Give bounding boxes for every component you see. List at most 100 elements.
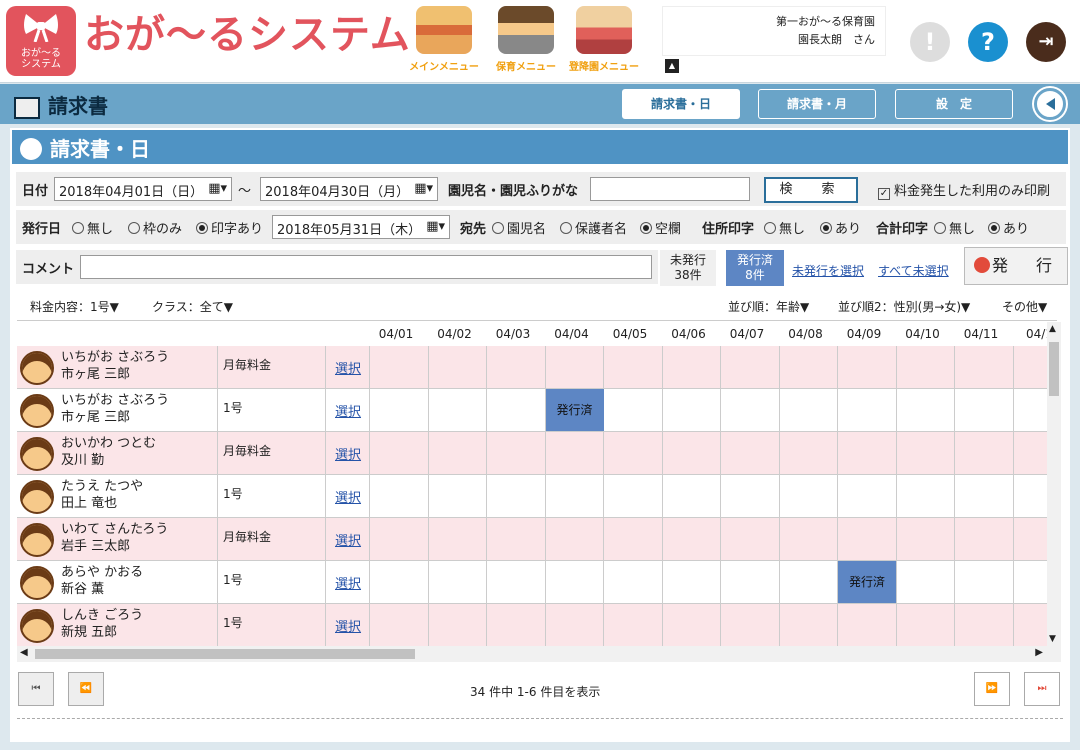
- deselect-all-link[interactable]: すべて未選択: [878, 262, 949, 279]
- addr-print-none-radio[interactable]: 無し: [764, 218, 805, 237]
- total-print-label: 合計印字: [876, 222, 929, 237]
- sort1-dropdown[interactable]: 並び順：年齢▼: [728, 298, 809, 315]
- addr-print-yes-radio[interactable]: あり: [820, 218, 861, 237]
- document-icon: [14, 96, 40, 119]
- user-name: 園長太朗 さん: [798, 33, 875, 46]
- fee-type: 1号: [223, 573, 243, 587]
- class-filter[interactable]: クラス：全て▼: [152, 298, 233, 315]
- calendar-icon[interactable]: ▦▾: [414, 181, 433, 196]
- collapse-icon[interactable]: ▲: [665, 59, 679, 73]
- fee-type: 月毎料金: [223, 530, 272, 544]
- comment-input[interactable]: [80, 255, 652, 279]
- last-page-button[interactable]: ⏭: [1024, 672, 1060, 706]
- tab-invoice-month[interactable]: 請求書・月: [758, 89, 876, 119]
- scroll-down-icon[interactable]: ▼: [1049, 634, 1056, 644]
- issue-date-input[interactable]: 2018年05月31日（木） ▦▾: [272, 215, 450, 239]
- logo-text: おが～る システム: [21, 48, 61, 70]
- select-link[interactable]: 選択: [335, 573, 361, 592]
- tab-invoice-day[interactable]: 請求書・日: [622, 89, 740, 119]
- select-link[interactable]: 選択: [335, 358, 361, 377]
- table-row: おいかわ つとむ 及川 勤 月毎料金 選択: [17, 432, 1047, 475]
- select-link[interactable]: 選択: [335, 401, 361, 420]
- comment-row: コメント 未発行 38件 発行済 8件 未発行を選択 すべて未選択 発 行: [16, 247, 1068, 286]
- select-link[interactable]: 選択: [335, 530, 361, 549]
- hscroll-thumb[interactable]: [35, 649, 415, 659]
- select-link[interactable]: 選択: [335, 444, 361, 463]
- issue-print-radio[interactable]: 印字あり: [196, 218, 263, 237]
- address-label: 宛先: [460, 222, 487, 237]
- issue-button[interactable]: 発 行: [964, 247, 1068, 285]
- date-header: 04/05: [612, 327, 648, 341]
- tab-settings[interactable]: 設 定: [895, 89, 1013, 119]
- issued-cell[interactable]: 発行済: [838, 561, 896, 603]
- fee-type: 1号: [223, 616, 243, 630]
- divider: [17, 718, 1063, 719]
- date-header: 04/04: [554, 327, 589, 341]
- scroll-left-icon[interactable]: ◀: [20, 647, 28, 658]
- select-link[interactable]: 選択: [335, 487, 361, 506]
- vertical-scrollbar[interactable]: ▲ ▼: [1047, 322, 1061, 646]
- horizontal-scrollbar[interactable]: ◀ ▶: [17, 646, 1061, 662]
- unissued-count: 未発行 38件: [660, 250, 716, 286]
- app-title: おが～るシステム: [84, 12, 411, 58]
- first-page-button[interactable]: ⏮: [18, 672, 54, 706]
- menu-childcare[interactable]: 保育メニュー: [488, 6, 564, 76]
- back-icon[interactable]: [1034, 88, 1066, 120]
- child-avatar-icon: [20, 394, 54, 428]
- menu-attendance[interactable]: 登降園メニュー: [566, 6, 642, 76]
- addr-guardian-radio[interactable]: 保護者名: [560, 218, 627, 237]
- logout-icon[interactable]: ⇥: [1026, 22, 1066, 62]
- only-charged-label: 料金発生した利用のみ印刷: [894, 184, 1051, 199]
- only-charged-option[interactable]: ✓ 料金発生した利用のみ印刷: [878, 180, 1050, 200]
- addr-blank-radio[interactable]: 空欄: [640, 218, 681, 237]
- calendar-icon[interactable]: ▦▾: [426, 219, 445, 234]
- childcare-icon: [498, 6, 554, 54]
- scroll-up-icon[interactable]: ▲: [1049, 324, 1056, 334]
- app-header: おが～る システム おが～るシステム メインメニュー 保育メニュー 登降園メニュ…: [0, 0, 1080, 83]
- issue-date-value: 2018年05月31日（木）: [277, 223, 422, 238]
- name-search-input[interactable]: [590, 177, 750, 201]
- table-row: しんき ごろう 新規 五郎 1号 選択: [17, 604, 1047, 646]
- child-avatar-icon: [20, 523, 54, 557]
- total-none-radio[interactable]: 無し: [934, 218, 975, 237]
- issued-cell[interactable]: 発行済: [545, 389, 604, 431]
- date-from-value: 2018年04月01日（日）: [59, 185, 204, 200]
- page-title: 請求書: [14, 90, 108, 119]
- addr-child-radio[interactable]: 園児名: [492, 218, 546, 237]
- fee-filter[interactable]: 料金内容：1号▼: [30, 298, 119, 315]
- child-name: しんき ごろう 新規 五郎: [61, 608, 144, 640]
- date-from-input[interactable]: 2018年04月01日（日） ▦▾: [54, 177, 232, 201]
- scroll-thumb[interactable]: [1049, 342, 1059, 396]
- date-header: 04/11: [963, 327, 999, 341]
- table-row: いわて さんたろう 岩手 三太郎 月毎料金 選択: [17, 518, 1047, 561]
- select-unissued-link[interactable]: 未発行を選択: [792, 262, 864, 279]
- user-info: 第一おが～る保育園 園長太朗 さん: [662, 6, 886, 56]
- next-page-button[interactable]: ⏩: [974, 672, 1010, 706]
- fee-type: 1号: [223, 487, 243, 501]
- issue-frame-radio[interactable]: 枠のみ: [128, 218, 182, 237]
- child-name: たうえ たつや 田上 竜也: [61, 479, 144, 511]
- menu-main[interactable]: メインメニュー: [406, 6, 482, 76]
- select-link[interactable]: 選択: [335, 616, 361, 635]
- section-header: 請求書・日: [12, 130, 1068, 164]
- other-dropdown[interactable]: その他▼: [1002, 298, 1047, 315]
- app-logo[interactable]: おが～る システム: [6, 6, 76, 76]
- alert-icon[interactable]: !: [910, 22, 950, 62]
- prev-page-button[interactable]: ⏪: [68, 672, 104, 706]
- table-row: いちがお さぶろう 市ヶ尾 三郎 1号 選択 発行済: [17, 389, 1047, 432]
- child-name: いちがお さぶろう 市ヶ尾 三郎: [61, 350, 170, 382]
- date-to-value: 2018年04月30日（月）: [265, 185, 410, 200]
- date-header: 04/08: [788, 327, 823, 341]
- house-icon: [416, 6, 472, 54]
- menu-attendance-label: 登降園メニュー: [569, 62, 639, 73]
- date-to-input[interactable]: 2018年04月30日（月） ▦▾: [260, 177, 438, 201]
- scroll-right-icon[interactable]: ▶: [1035, 647, 1043, 658]
- sort2-dropdown[interactable]: 並び順2：性別(男→女)▼: [838, 298, 970, 315]
- search-button[interactable]: 検 索: [764, 177, 858, 203]
- total-yes-radio[interactable]: あり: [988, 218, 1029, 237]
- calendar-icon[interactable]: ▦▾: [208, 181, 227, 196]
- only-charged-checkbox[interactable]: ✓: [878, 188, 890, 200]
- help-icon[interactable]: ?: [968, 22, 1008, 62]
- addr-print-label: 住所印字: [702, 222, 755, 237]
- issue-none-radio[interactable]: 無し: [72, 218, 113, 237]
